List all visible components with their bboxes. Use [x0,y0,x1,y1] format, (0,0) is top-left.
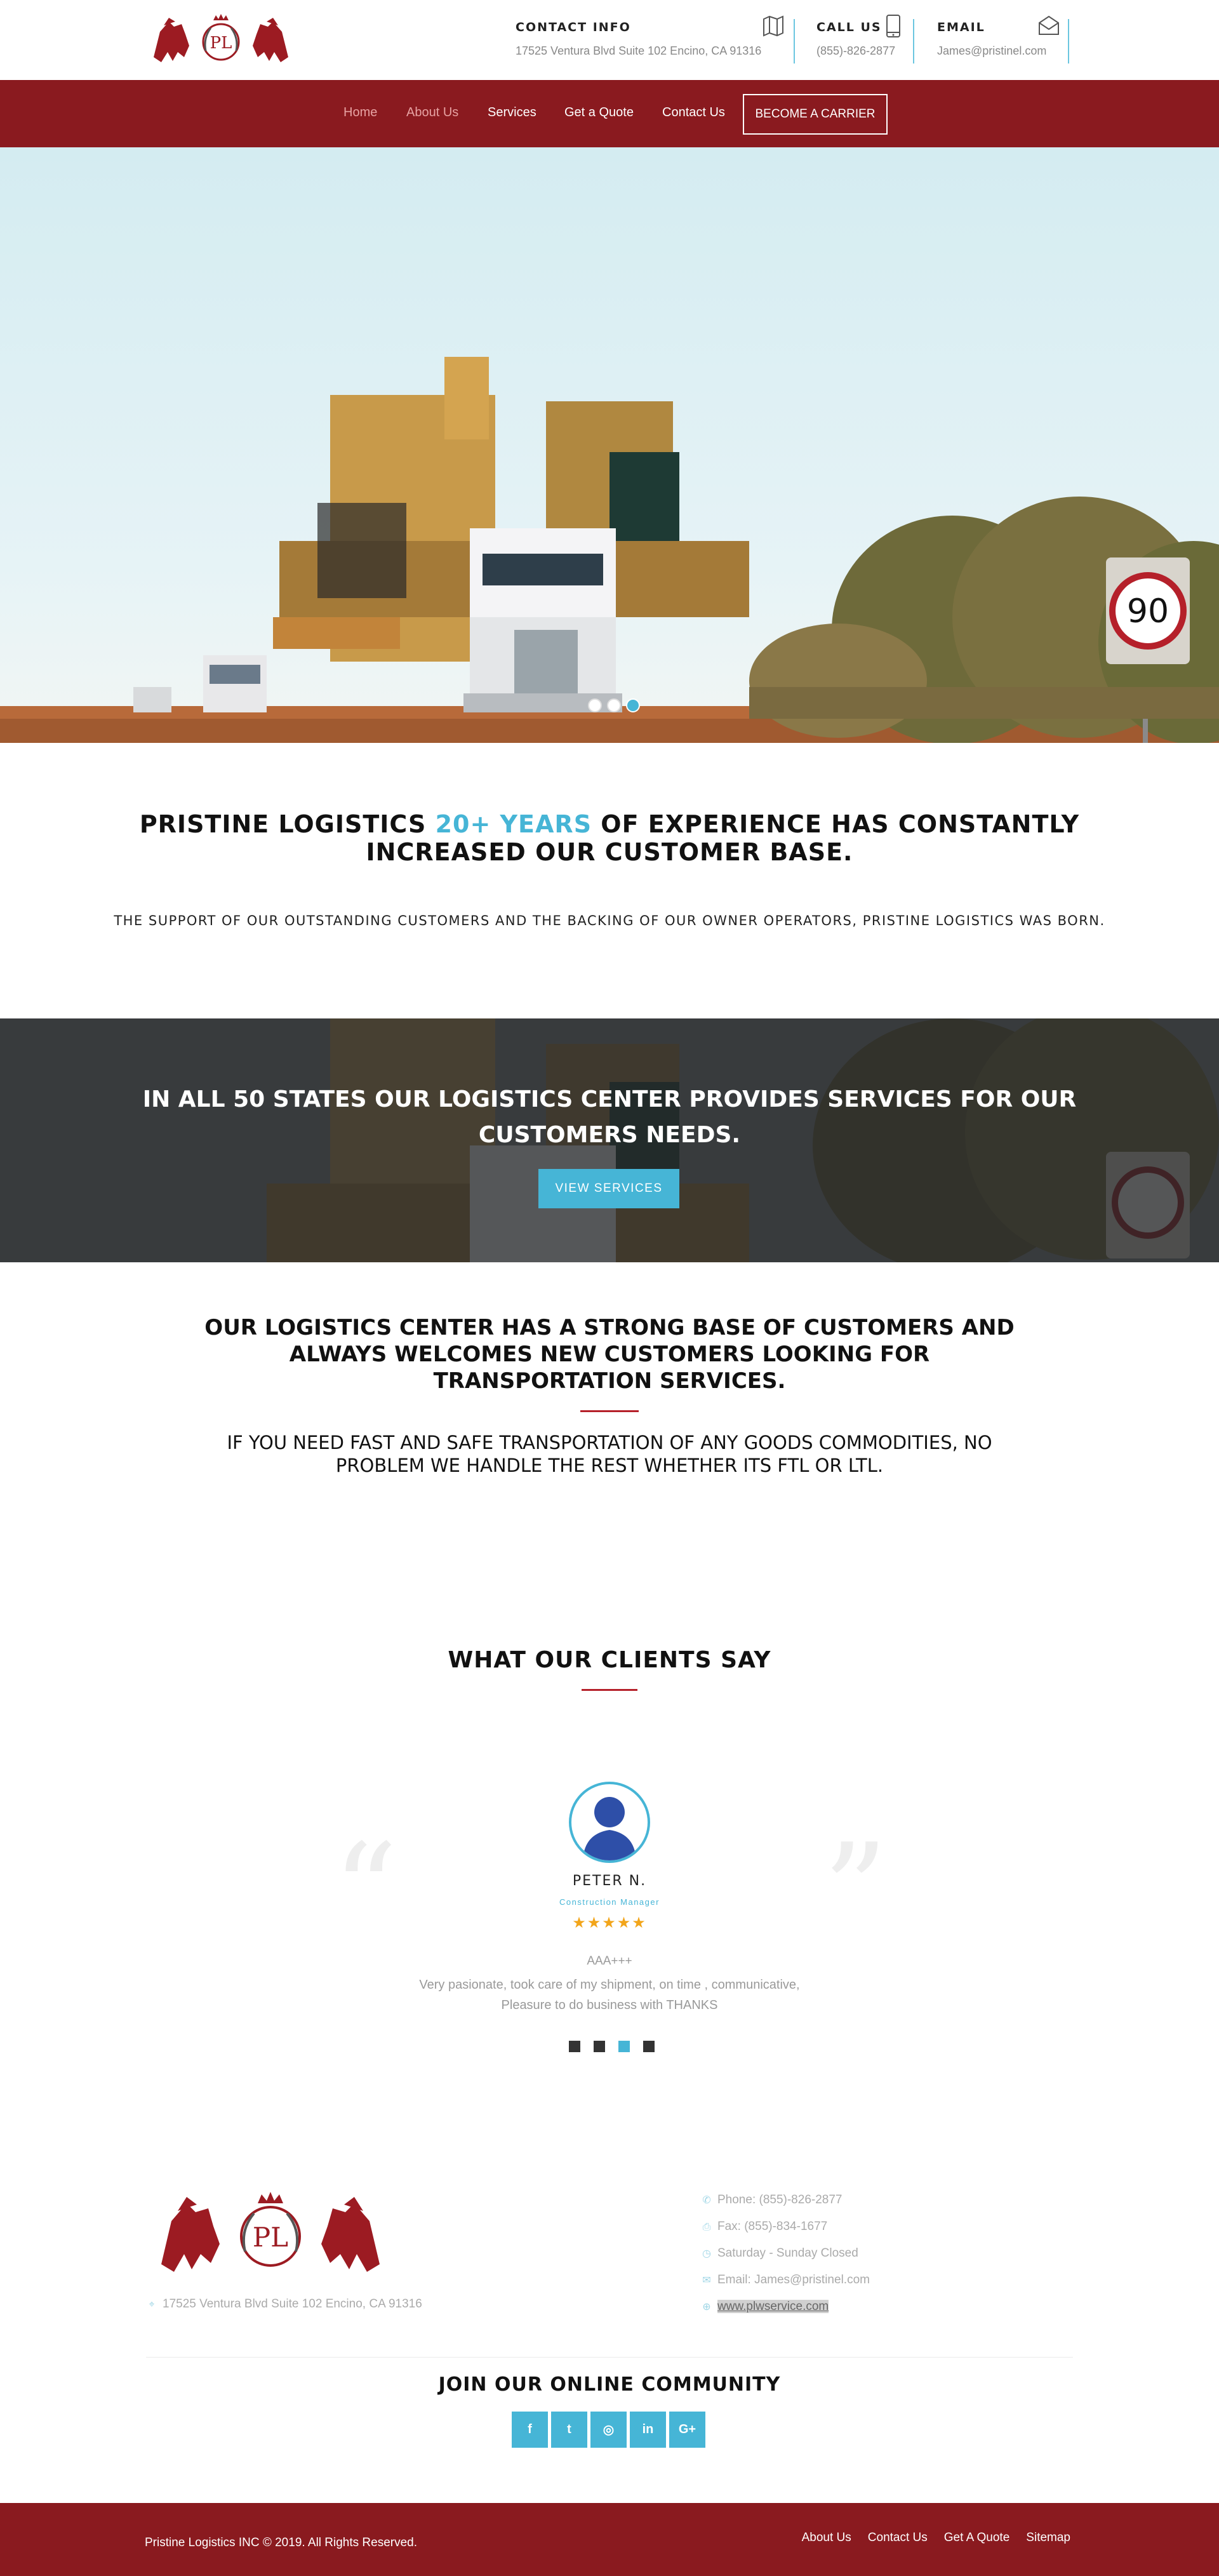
copyright: Pristine Logistics INC © 2019. All Right… [145,2536,418,2549]
social-links: f t ◎ in G+ [512,2412,705,2448]
open-quote-icon: “ [333,1827,397,1897]
footer-fax-text: Fax: (855)-834-1677 [717,2220,828,2233]
map-marker-icon: ⌖ [149,2299,155,2310]
logo-monogram: PL [210,34,232,53]
testimonial-author-role: Construction Manager [559,1897,660,1907]
footer-email[interactable]: ✉ Email: James@pristinel.com [701,2273,870,2287]
footer-nav: About Us Contact Us Get A Quote Sitemap [802,2531,1070,2545]
footer-fax: ⎙ Fax: (855)-834-1677 [701,2220,828,2234]
map-icon [763,15,783,37]
contact-separator [1068,19,1069,63]
nav-services[interactable]: Services [488,105,536,120]
view-services-button[interactable]: VIEW SERVICES [538,1169,679,1208]
instagram-icon[interactable]: ◎ [590,2412,627,2448]
footer-website[interactable]: ⊕ www.plwservice.com [701,2300,829,2314]
contact-separator [913,19,914,63]
twitter-icon[interactable]: t [551,2412,587,2448]
slider-dot-active[interactable] [626,698,640,712]
clock-icon: ◷ [702,2248,711,2259]
hero-slider: 90 [0,147,1219,743]
footer-address: ⌖ 17525 Ventura Blvd Suite 102 Encino, CA… [146,2297,422,2311]
testimonial-pagination [569,2041,655,2052]
footer-hours-text: Saturday - Sunday Closed [717,2246,858,2260]
footer-phone-text: Phone: (855)-826-2877 [717,2193,843,2206]
footer-link-get-a-quote[interactable]: Get A Quote [944,2531,1010,2545]
email-address[interactable]: James@pristinel.com [937,44,1046,58]
become-a-carrier-button[interactable]: BECOME A CARRIER [743,94,888,135]
nav-contact-us[interactable]: Contact Us [662,105,725,120]
testimonial-dot[interactable] [569,2041,580,2052]
testimonial-author-name: PETER N. [572,1873,647,1889]
testimonial-dot[interactable] [594,2041,605,2052]
footer-email-text: Email: James@pristinel.com [717,2273,870,2286]
phone-icon: ✆ [702,2195,711,2206]
nav-home[interactable]: Home [343,105,377,120]
footer-logo-monogram: PL [253,2222,288,2253]
nav-get-a-quote[interactable]: Get a Quote [564,105,634,120]
customer-base-heading: OUR LOGISTICS CENTER HAS A STRONG BASE O… [204,1315,1015,1394]
intro-heading-accent: 20+ YEARS [435,810,592,838]
footer-address-text: 17525 Ventura Blvd Suite 102 Encino, CA … [163,2297,422,2311]
globe-icon: ⊕ [702,2302,711,2312]
hero-image: 90 [0,147,1219,743]
contact-info-title: CONTACT INFO [516,20,631,34]
footer-hours: ◷ Saturday - Sunday Closed [701,2246,858,2260]
footer-link-contact-us[interactable]: Contact Us [868,2531,928,2545]
star-rating: ★★★★★ [572,1914,647,1932]
footer-phone[interactable]: ✆ Phone: (855)-826-2877 [701,2193,842,2207]
call-us-number[interactable]: (855)-826-2877 [816,44,895,58]
intro-heading-pre: PRISTINE LOGISTICS [139,810,436,838]
customer-base-subtext: IF YOU NEED FAST AND SAFE TRANSPORTATION… [227,1432,992,1476]
banner-heading: IN ALL 50 STATES OUR LOGISTICS CENTER PR… [142,1086,1077,1148]
avatar [569,1782,650,1863]
contact-info-block: CONTACT INFO 17525 Ventura Blvd Suite 10… [516,14,795,63]
intro-heading: PRISTINE LOGISTICS 20+ YEARS OF EXPERIEN… [102,810,1117,866]
slider-dot[interactable] [607,698,621,712]
speed-sign-number: 90 [1127,592,1169,631]
envelope-icon [1039,15,1059,35]
bottom-bar: Pristine Logistics INC © 2019. All Right… [0,2503,1219,2576]
community-heading: JOIN OUR ONLINE COMMUNITY [438,2373,781,2396]
testimonial-text: Very pasionate, took care of my shipment… [356,1975,863,2015]
facebook-icon[interactable]: f [512,2412,548,2448]
contact-info-address: 17525 Ventura Blvd Suite 102 Encino, CA … [516,44,762,57]
call-us-block: CALL US (855)-826-2877 [816,14,918,63]
user-silhouette-icon [583,1797,636,1860]
slider-pagination [588,698,640,712]
section-divider [580,1410,639,1412]
fax-icon: ⎙ [702,2222,711,2232]
main-nav: Home About Us Services Get a Quote Conta… [0,80,1219,147]
contact-separator [794,19,795,63]
call-us-title: CALL US [816,20,882,34]
google-plus-icon[interactable]: G+ [669,2412,705,2448]
top-header: PL CONTACT INFO 17525 Ventura Blvd Suite… [0,0,1219,80]
testimonial-dot[interactable] [643,2041,655,2052]
envelope-icon: ✉ [702,2275,711,2286]
slider-dot[interactable] [588,698,602,712]
testimonial-title: AAA+++ [587,1954,632,1968]
testimonials-heading: WHAT OUR CLIENTS SAY [448,1647,771,1673]
logo[interactable]: PL [150,13,292,67]
testimonial-dot-active[interactable] [618,2041,630,2052]
footer-link-sitemap[interactable]: Sitemap [1026,2531,1070,2545]
testimonial-text-line: Very pasionate, took care of my shipment… [419,1978,800,1992]
footer-logo[interactable]: PL [155,2189,386,2278]
nav-about-us[interactable]: About Us [406,105,458,120]
linkedin-icon[interactable]: in [630,2412,666,2448]
footer-website-link[interactable]: www.plwservice.com [717,2300,829,2313]
testimonial-text-line: Pleasure to do business with THANKS [501,1998,718,2012]
section-divider [582,1689,637,1691]
close-quote-icon: ” [823,1827,888,1897]
email-block: EMAIL James@pristinel.com [937,14,1070,63]
footer-link-about-us[interactable]: About Us [802,2531,851,2545]
email-title: EMAIL [937,20,985,34]
mobile-phone-icon [886,15,900,37]
footer-divider [146,2357,1073,2358]
intro-subtext: THE SUPPORT OF OUR OUTSTANDING CUSTOMERS… [114,913,1105,928]
